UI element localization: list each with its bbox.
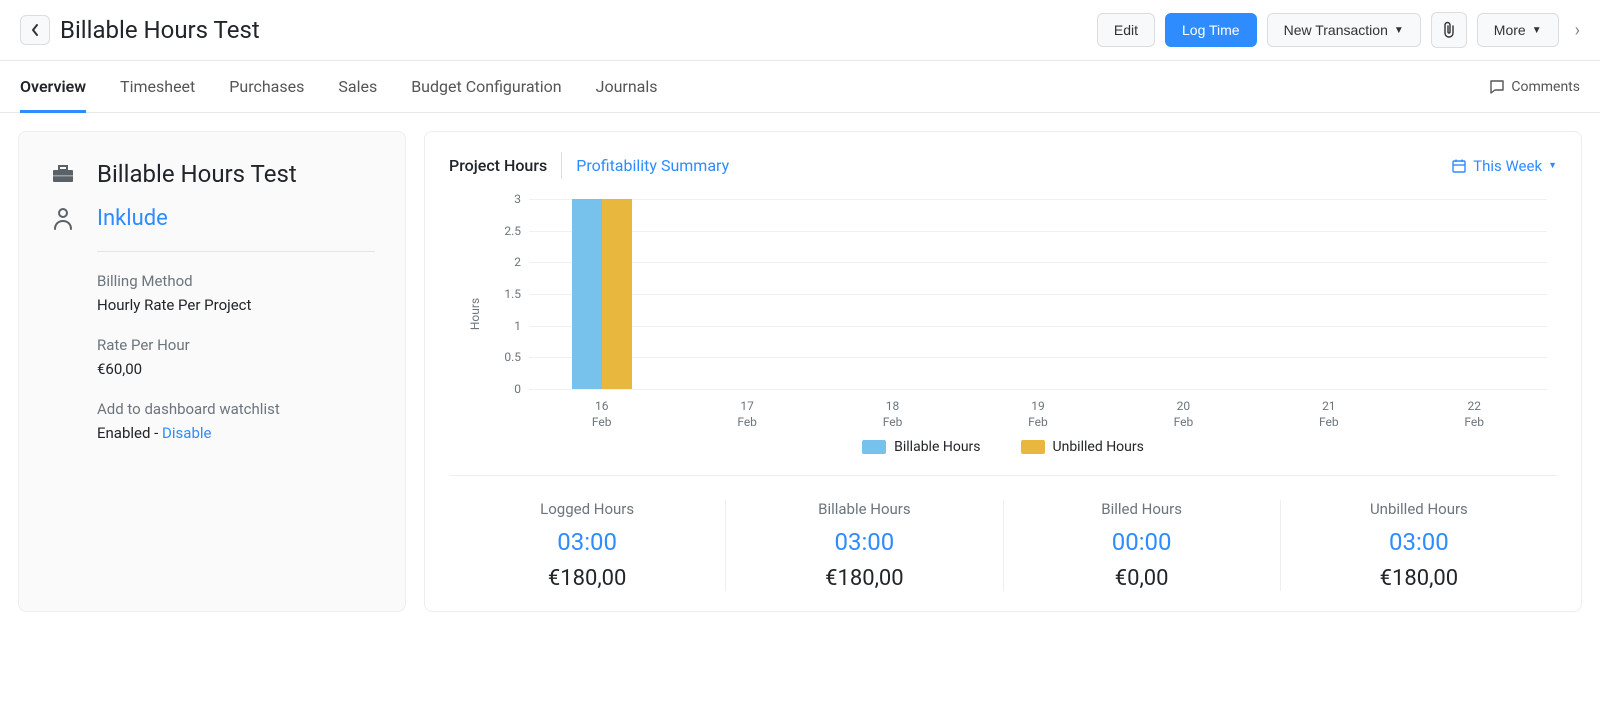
stat-amount: €180,00	[1291, 566, 1547, 591]
bar-slot	[529, 199, 674, 389]
bar-billable	[572, 199, 602, 389]
back-button[interactable]	[20, 15, 50, 45]
legend-label: Billable Hours	[894, 439, 980, 455]
project-sidebar: Billable Hours Test Inklude Billing Meth…	[18, 131, 406, 612]
y-axis-label: Hours	[468, 298, 482, 330]
watchlist-disable-link[interactable]: Disable	[162, 424, 211, 442]
stat-amount: €180,00	[736, 566, 992, 591]
tab-sales[interactable]: Sales	[338, 61, 377, 112]
tab-journals[interactable]: Journals	[596, 61, 658, 112]
stat-value: 03:00	[1291, 528, 1547, 556]
comments-button[interactable]: Comments	[1489, 79, 1580, 95]
watchlist-sep: -	[150, 424, 162, 442]
log-time-button-label: Log Time	[1182, 22, 1240, 38]
rate-value: €60,00	[97, 360, 375, 378]
legend-swatch	[1021, 440, 1045, 454]
x-tick: 19Feb	[965, 393, 1110, 429]
attachment-button[interactable]	[1431, 12, 1467, 48]
watchlist-status: Enabled	[97, 424, 150, 442]
stat-value: 03:00	[459, 528, 715, 556]
stat-value: 03:00	[736, 528, 992, 556]
watchlist-label: Add to dashboard watchlist	[97, 400, 375, 418]
tab-overview[interactable]: Overview	[20, 61, 86, 112]
billing-method-value: Hourly Rate Per Project	[97, 296, 375, 314]
more-button-label: More	[1494, 22, 1526, 38]
client-link[interactable]: Inklude	[97, 206, 168, 231]
calendar-icon	[1451, 158, 1467, 174]
comments-label: Comments	[1511, 79, 1580, 95]
bar-slot	[820, 199, 965, 389]
y-tick: 2.5	[504, 224, 521, 238]
caret-down-icon: ▼	[1532, 25, 1542, 36]
project-name: Billable Hours Test	[97, 160, 297, 188]
period-picker[interactable]: This Week ▼	[1451, 157, 1557, 175]
person-icon	[49, 207, 77, 231]
y-tick: 1	[514, 319, 521, 333]
bar-slot	[1256, 199, 1401, 389]
y-tick: 1.5	[504, 287, 521, 301]
x-tick: 20Feb	[1111, 393, 1256, 429]
stat-card: Unbilled Hours 03:00 €180,00	[1280, 500, 1557, 591]
x-tick: 21Feb	[1256, 393, 1401, 429]
bar-slot	[965, 199, 1110, 389]
bar-slot	[1402, 199, 1547, 389]
x-tick: 18Feb	[820, 393, 965, 429]
hours-chart: Hours 00.511.522.53 16Feb17Feb18Feb19Feb…	[489, 199, 1557, 429]
divider	[97, 251, 375, 252]
stat-amount: €180,00	[459, 566, 715, 591]
edit-button[interactable]: Edit	[1097, 13, 1155, 47]
y-tick: 2	[514, 255, 521, 269]
stat-label: Unbilled Hours	[1291, 500, 1547, 518]
edit-button-label: Edit	[1114, 22, 1138, 38]
y-tick: 3	[514, 192, 521, 206]
caret-down-icon: ▼	[1548, 160, 1557, 171]
y-tick: 0	[514, 382, 521, 396]
x-tick: 22Feb	[1402, 393, 1547, 429]
bar-unbilled	[602, 199, 632, 389]
stat-value: 00:00	[1014, 528, 1270, 556]
caret-down-icon: ▼	[1394, 25, 1404, 36]
briefcase-icon	[49, 163, 77, 185]
rate-label: Rate Per Hour	[97, 336, 375, 354]
x-tick: 16Feb	[529, 393, 674, 429]
stats-row: Logged Hours 03:00 €180,00 Billable Hours 03…	[449, 475, 1557, 591]
bar-slot	[1111, 199, 1256, 389]
x-tick: 17Feb	[674, 393, 819, 429]
tab-budget-configuration[interactable]: Budget Configuration	[411, 61, 561, 112]
log-time-button[interactable]: Log Time	[1165, 13, 1257, 47]
sub-tab-profitability[interactable]: Profitability Summary	[561, 152, 743, 179]
stat-card: Billable Hours 03:00 €180,00	[725, 500, 1002, 591]
stat-label: Billed Hours	[1014, 500, 1270, 518]
legend-item: Billable Hours	[862, 439, 980, 455]
page-title: Billable Hours Test	[60, 16, 1087, 44]
period-label: This Week	[1473, 157, 1542, 175]
chevron-right-icon: ›	[1575, 20, 1580, 41]
paperclip-icon	[1442, 21, 1456, 39]
tab-purchases[interactable]: Purchases	[229, 61, 304, 112]
stat-label: Billable Hours	[736, 500, 992, 518]
legend-swatch	[862, 440, 886, 454]
billing-method-label: Billing Method	[97, 272, 375, 290]
main-panel: Project Hours Profitability Summary This…	[424, 131, 1582, 612]
stat-card: Billed Hours 00:00 €0,00	[1003, 500, 1280, 591]
stat-amount: €0,00	[1014, 566, 1270, 591]
chart-legend: Billable Hours Unbilled Hours	[449, 439, 1557, 455]
chevron-left-icon	[30, 23, 40, 37]
stat-card: Logged Hours 03:00 €180,00	[449, 500, 725, 591]
tab-timesheet[interactable]: Timesheet	[120, 61, 195, 112]
stat-label: Logged Hours	[459, 500, 715, 518]
legend-item: Unbilled Hours	[1021, 439, 1144, 455]
sub-tab-project-hours[interactable]: Project Hours	[449, 152, 561, 179]
y-tick: 0.5	[504, 350, 521, 364]
more-button[interactable]: More ▼	[1477, 13, 1559, 47]
legend-label: Unbilled Hours	[1053, 439, 1144, 455]
new-transaction-button[interactable]: New Transaction ▼	[1267, 13, 1421, 47]
new-transaction-label: New Transaction	[1284, 22, 1388, 38]
gridline	[529, 389, 1547, 390]
comment-icon	[1489, 79, 1505, 95]
tabs-bar: Overview Timesheet Purchases Sales Budget Co…	[0, 61, 1600, 113]
bar-slot	[674, 199, 819, 389]
